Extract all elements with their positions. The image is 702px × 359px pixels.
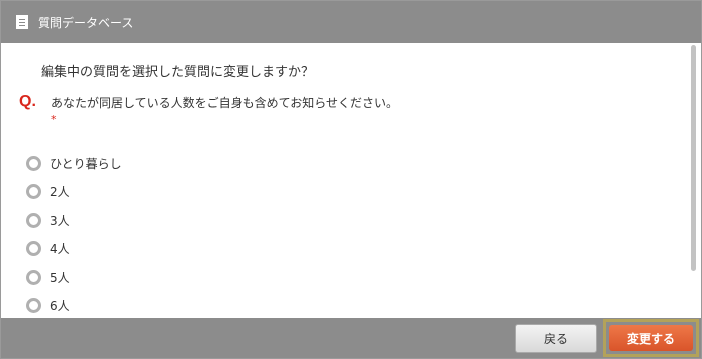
option-label: 2人 bbox=[50, 185, 70, 200]
radio-button[interactable] bbox=[26, 184, 41, 200]
question-text: あなたが同居している人数をご自身も含めてお知らせください。 bbox=[51, 96, 399, 110]
option-5[interactable]: 5人 bbox=[26, 263, 122, 292]
option-3[interactable]: 3人 bbox=[26, 206, 122, 235]
radio-button[interactable] bbox=[26, 155, 41, 171]
radio-button[interactable] bbox=[26, 298, 41, 314]
dialog-header: 質問データベース bbox=[1, 1, 701, 43]
option-label: 4人 bbox=[50, 242, 70, 257]
change-button[interactable]: 変更する bbox=[609, 325, 693, 351]
option-label: 6人 bbox=[50, 299, 70, 314]
option-label: 3人 bbox=[50, 213, 70, 228]
dialog-content: 編集中の質問を選択した質問に変更しますか？ Q. あなたが同居している人数をご自… bbox=[1, 43, 691, 318]
radio-button[interactable] bbox=[26, 241, 41, 257]
answer-options: ひとり暮らし 2人 3人 4人 5人 6人 bbox=[26, 149, 122, 318]
option-alone[interactable]: ひとり暮らし bbox=[26, 149, 122, 178]
question-marker: Q. bbox=[19, 93, 36, 110]
option-4[interactable]: 4人 bbox=[26, 235, 122, 264]
option-label: ひとり暮らし bbox=[50, 156, 122, 171]
change-button-focus-frame: 変更する bbox=[603, 319, 699, 357]
radio-button[interactable] bbox=[26, 212, 41, 228]
question-db-dialog: 質問データベース 編集中の質問を選択した質問に変更しますか？ Q. あなたが同居… bbox=[0, 0, 702, 359]
content-scrollbar[interactable] bbox=[691, 45, 696, 271]
document-icon bbox=[16, 15, 28, 29]
dialog-title: 質問データベース bbox=[38, 15, 134, 30]
dialog-footer: 戻る 変更する bbox=[1, 318, 701, 358]
option-label: 5人 bbox=[50, 270, 70, 285]
option-2[interactable]: 2人 bbox=[26, 178, 122, 207]
confirm-message: 編集中の質問を選択した質問に変更しますか？ bbox=[41, 65, 315, 80]
required-mark: * bbox=[51, 113, 57, 126]
option-6[interactable]: 6人 bbox=[26, 292, 122, 319]
back-button[interactable]: 戻る bbox=[515, 324, 597, 353]
radio-button[interactable] bbox=[26, 269, 41, 285]
